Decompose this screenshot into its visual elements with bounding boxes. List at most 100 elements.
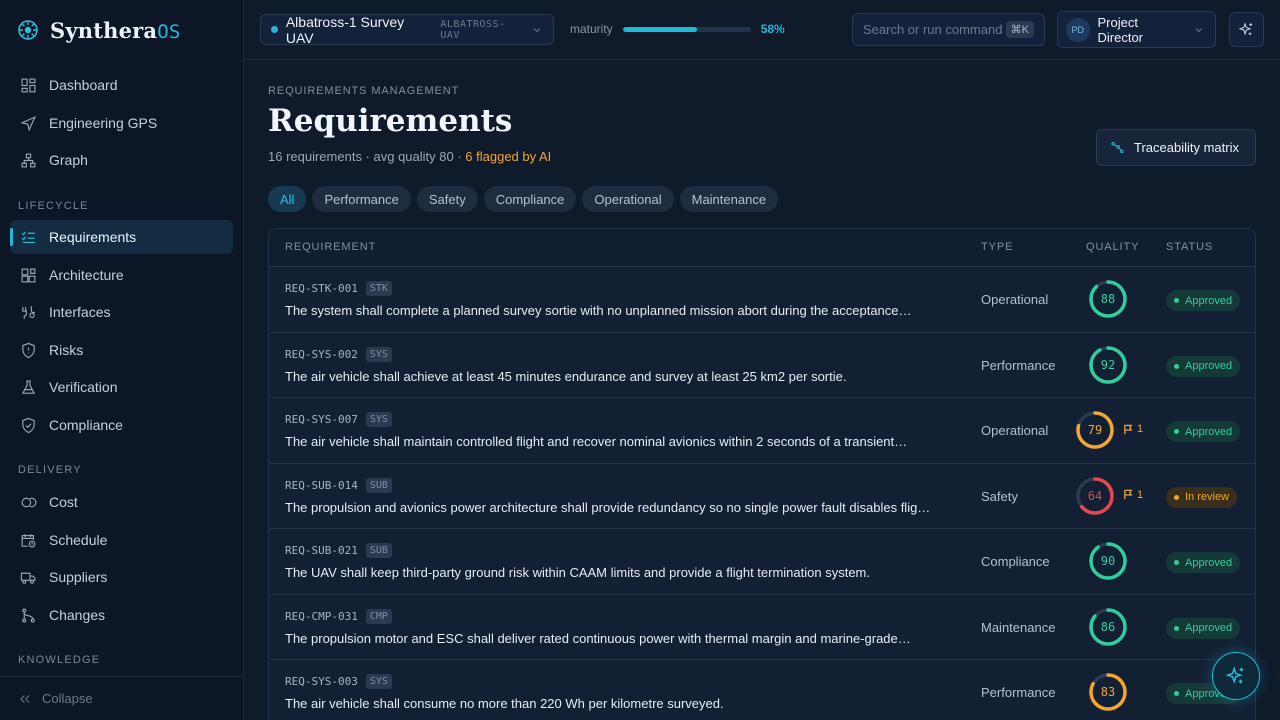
flag-count-value: 1 bbox=[1137, 488, 1144, 501]
requirement-text: The propulsion and avionics power archit… bbox=[285, 499, 931, 515]
sidebar-item-label: Cost bbox=[49, 494, 78, 510]
requirement-id[interactable]: REQ-SUB-014 bbox=[285, 479, 358, 492]
interfaces-icon bbox=[22, 305, 35, 319]
requirement-type: Performance bbox=[981, 685, 1056, 700]
column-header-type[interactable]: TYPE bbox=[981, 241, 1013, 253]
sidebar-item-changes[interactable]: Changes bbox=[10, 598, 233, 632]
quality-score: 86 bbox=[1088, 607, 1148, 647]
sidebar-item-dashboard[interactable]: Dashboard bbox=[10, 68, 233, 102]
status-dot bbox=[1174, 691, 1179, 696]
page-title: Requirements bbox=[268, 103, 513, 139]
table-row[interactable]: REQ-CMP-031 CMP The propulsion motor and… bbox=[269, 595, 1255, 660]
ai-flagged-link[interactable]: 6 flagged by AI bbox=[465, 149, 551, 164]
requirement-level-badge: STK bbox=[365, 281, 392, 296]
coins-icon bbox=[21, 497, 37, 507]
filter-operational[interactable]: Operational bbox=[582, 186, 674, 212]
sidebar-item-compliance[interactable]: Compliance bbox=[10, 408, 233, 442]
requirement-type: Operational bbox=[981, 423, 1049, 438]
status-dot bbox=[1174, 298, 1179, 303]
requirement-id[interactable]: REQ-SYS-003 bbox=[285, 675, 358, 688]
requirement-level-badge: SYS bbox=[365, 412, 392, 427]
quality-value: 88 bbox=[1100, 292, 1116, 306]
topbar: Albatross-1 Survey UAV ALBATROSS-UAV mat… bbox=[244, 0, 1280, 60]
sidebar-item-interfaces[interactable]: Interfaces bbox=[10, 295, 233, 329]
sidebar-item-suppliers[interactable]: Suppliers bbox=[10, 560, 233, 594]
requirement-id[interactable]: REQ-STK-001 bbox=[285, 282, 358, 295]
quality-score: 83 bbox=[1088, 672, 1148, 712]
column-header-requirement[interactable]: REQUIREMENT bbox=[285, 241, 376, 253]
ai-flag-count[interactable]: 1 bbox=[1123, 423, 1143, 435]
sidebar-item-graph[interactable]: Graph bbox=[10, 143, 233, 177]
quality-value: 79 bbox=[1087, 423, 1103, 437]
sidebar-item-architecture[interactable]: Architecture bbox=[10, 258, 233, 292]
requirement-level-badge: SYS bbox=[365, 346, 392, 362]
status-label: Approved bbox=[1185, 425, 1233, 438]
requirement-level-badge: SYS bbox=[365, 674, 392, 689]
filter-performance[interactable]: Performance bbox=[312, 186, 411, 212]
filter-all[interactable]: All bbox=[268, 186, 307, 212]
project-status-dot bbox=[271, 26, 278, 33]
sidebar-item-cost[interactable]: Cost bbox=[10, 485, 233, 519]
sidebar-item-schedule[interactable]: Schedule bbox=[10, 523, 233, 557]
table-row[interactable]: REQ-SUB-021 SUB The UAV shall keep third… bbox=[269, 529, 1255, 595]
sidebar-item-requirements[interactable]: Requirements bbox=[10, 220, 233, 254]
requirement-id[interactable]: REQ-CMP-031 bbox=[285, 610, 358, 623]
sidebar-item-label: Verification bbox=[49, 379, 118, 395]
page-summary: 16 requirements · avg quality 80 · 6 fla… bbox=[268, 149, 551, 164]
quality-value: 92 bbox=[1100, 357, 1116, 372]
user-menu[interactable]: PD Project Director bbox=[1057, 11, 1216, 48]
status-badge: Approved bbox=[1166, 290, 1241, 311]
sidebar-item-risks[interactable]: Risks bbox=[10, 333, 233, 367]
search-placeholder: Search or run command bbox=[863, 22, 1003, 37]
status-label: Approved bbox=[1185, 294, 1233, 307]
sidebar-item-engineering-gps[interactable]: Engineering GPS bbox=[10, 106, 233, 140]
requirement-text: The air vehicle shall consume no more th… bbox=[285, 696, 724, 711]
sidebar-item-label: Dashboard bbox=[49, 77, 118, 93]
column-header-quality[interactable]: QUALITY bbox=[1086, 241, 1139, 253]
table-row[interactable]: REQ-SUB-014 SUB The propulsion and avion… bbox=[269, 464, 1255, 529]
chevron-down-icon bbox=[533, 27, 541, 32]
ai-assistant-fab[interactable] bbox=[1212, 652, 1260, 700]
command-search-input[interactable]: Search or run command ⌘K bbox=[852, 13, 1045, 46]
maturity-value: 58% bbox=[760, 22, 785, 36]
requirement-id-group: REQ-SYS-007 SYS bbox=[285, 412, 392, 427]
requirement-text: The air vehicle shall maintain controlle… bbox=[285, 434, 908, 449]
sidebar-item-label: Graph bbox=[49, 152, 88, 168]
architecture-icon bbox=[21, 268, 36, 282]
project-selector[interactable]: Albatross-1 Survey UAV ALBATROSS-UAV bbox=[260, 13, 554, 46]
requirement-type: Performance bbox=[981, 357, 1056, 373]
sidebar-item-verification[interactable]: Verification bbox=[10, 370, 233, 404]
table-row[interactable]: REQ-STK-001 STK The system shall complet… bbox=[269, 267, 1255, 333]
project-name: Albatross-1 Survey UAV bbox=[285, 13, 405, 46]
requirement-type: Operational bbox=[981, 292, 1049, 307]
requirement-id[interactable]: REQ-SYS-002 bbox=[285, 348, 358, 361]
status-badge: Approved bbox=[1166, 552, 1241, 573]
requirement-id[interactable]: REQ-SYS-007 bbox=[285, 413, 358, 426]
traceability-matrix-button[interactable]: Traceability matrix bbox=[1096, 129, 1256, 166]
table-row[interactable]: REQ-SYS-002 SYS The air vehicle shall ac… bbox=[269, 333, 1255, 398]
requirement-id-group: REQ-SUB-021 SUB bbox=[285, 543, 392, 558]
brand[interactable]: SyntheraOS bbox=[16, 16, 181, 44]
status-badge: Approved bbox=[1166, 355, 1241, 377]
filter-maintenance[interactable]: Maintenance bbox=[679, 186, 779, 212]
requirement-id-group: REQ-SYS-002 SYS bbox=[285, 346, 392, 362]
flag-count-value: 1 bbox=[1137, 423, 1144, 435]
collapse-button[interactable]: Collapse bbox=[18, 691, 93, 706]
flag-icon bbox=[1124, 424, 1133, 434]
table-row[interactable]: REQ-SYS-003 SYS The air vehicle shall co… bbox=[269, 660, 1255, 720]
status-label: Approved bbox=[1185, 556, 1233, 569]
avatar: PD bbox=[1066, 17, 1090, 42]
column-header-status[interactable]: STATUS bbox=[1166, 241, 1213, 253]
breadcrumb: REQUIREMENTS MANAGEMENT bbox=[268, 85, 460, 97]
requirement-text: The UAV shall keep third-party ground ri… bbox=[285, 565, 870, 580]
filter-compliance[interactable]: Compliance bbox=[483, 186, 577, 212]
filter-safety[interactable]: Safety bbox=[416, 186, 478, 212]
status-dot bbox=[1174, 625, 1179, 631]
table-row[interactable]: REQ-SYS-007 SYS The air vehicle shall ma… bbox=[269, 398, 1255, 464]
status-label: Approved bbox=[1185, 622, 1233, 634]
sidebar-item-label: Risks bbox=[49, 342, 84, 358]
ai-flag-count[interactable]: 1 bbox=[1123, 489, 1143, 501]
requirement-id[interactable]: REQ-SUB-021 bbox=[285, 544, 358, 557]
requirement-id-group: REQ-CMP-031 CMP bbox=[285, 608, 392, 624]
ai-assistant-button[interactable] bbox=[1229, 12, 1264, 47]
